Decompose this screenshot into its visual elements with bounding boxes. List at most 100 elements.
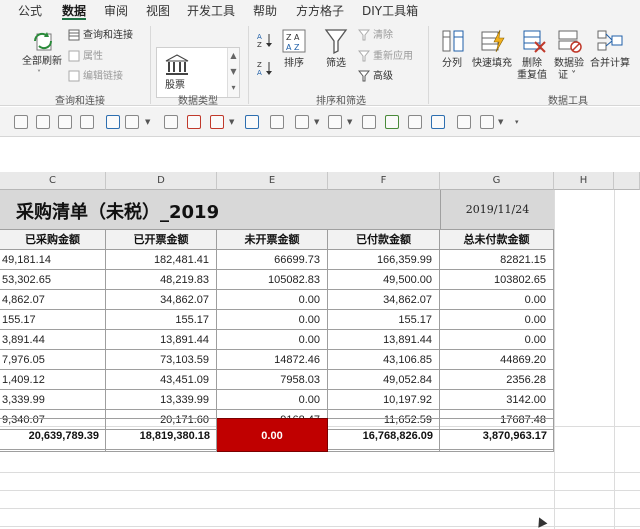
cell-invoiced[interactable]: 155.17 — [106, 310, 217, 330]
cell-uninvoiced[interactable]: 7958.03 — [217, 370, 328, 390]
toolbar-icon[interactable] — [431, 115, 445, 129]
group-label-sort-filter: 排序和筛选 — [316, 96, 366, 107]
date-cell[interactable]: 2019/11/24 — [440, 190, 554, 230]
cell-paid[interactable]: 13,891.44 — [328, 330, 440, 350]
cell-purchased[interactable]: 3,339.99 — [0, 390, 106, 410]
format-painter-icon[interactable] — [457, 115, 471, 129]
toolbar-icon[interactable] — [408, 115, 422, 129]
toolbar-icon[interactable] — [58, 115, 72, 129]
toolbar-icon[interactable] — [36, 115, 50, 129]
column-header-blank[interactable] — [614, 172, 640, 190]
cell-unpaid[interactable]: 0.00 — [440, 310, 554, 330]
cell-unpaid[interactable]: 0.00 — [440, 290, 554, 310]
toolbar-icon[interactable] — [125, 115, 139, 129]
column-header-e[interactable]: E — [217, 172, 328, 190]
crop-icon[interactable] — [362, 115, 376, 129]
total-paid[interactable]: 16,768,826.09 — [328, 418, 440, 452]
toolbar-icon[interactable] — [187, 115, 201, 129]
cell-uninvoiced[interactable]: 0.00 — [217, 330, 328, 350]
toolbar-icon[interactable] — [480, 115, 494, 129]
cell-uninvoiced[interactable]: 105082.83 — [217, 270, 328, 290]
column-header-g[interactable]: G — [440, 172, 554, 190]
cell-invoiced[interactable]: 48,219.83 — [106, 270, 217, 290]
toolbar-icon[interactable] — [210, 115, 224, 129]
cell-uninvoiced[interactable]: 0.00 — [217, 290, 328, 310]
cell-purchased[interactable]: 49,181.14 — [0, 250, 106, 270]
cell-unpaid[interactable]: 2356.28 — [440, 370, 554, 390]
header-purchased-amount[interactable]: 已采购金额 — [0, 230, 106, 250]
cell-purchased[interactable]: 4,862.07 — [0, 290, 106, 310]
cell-unpaid[interactable]: 103802.65 — [440, 270, 554, 290]
header-invoiced-amount[interactable]: 已开票金额 — [106, 230, 217, 250]
flash-fill-icon — [481, 29, 505, 53]
total-uninvoiced-highlighted[interactable]: 0.00 — [217, 418, 328, 452]
ribbon: 全部刷新 ˅ 查询和连接 属性 编辑链接 查询和连接 股票 ▲▼▾ 数据类型 — [0, 20, 640, 107]
cell-paid[interactable]: 155.17 — [328, 310, 440, 330]
cell-unpaid[interactable]: 3142.00 — [440, 390, 554, 410]
chevron-down-icon[interactable]: ▼ — [347, 118, 352, 126]
cell-paid[interactable]: 43,106.85 — [328, 350, 440, 370]
header-uninvoiced-amount[interactable]: 未开票金额 — [217, 230, 328, 250]
gallery-scroll[interactable]: ▲ ▼ ▾ — [227, 48, 239, 97]
filter-label: 筛选 — [326, 58, 346, 69]
cell-purchased[interactable]: 3,891.44 — [0, 330, 106, 350]
customize-toolbar-icon[interactable]: ▾ — [515, 118, 519, 126]
cell-paid[interactable]: 166,359.99 — [328, 250, 440, 270]
cell-unpaid[interactable]: 82821.15 — [440, 250, 554, 270]
toolbar-icon[interactable] — [14, 115, 28, 129]
chevron-down-icon[interactable]: ▼ — [145, 118, 150, 126]
column-header-h[interactable]: H — [554, 172, 614, 190]
cell-paid[interactable]: 34,862.07 — [328, 290, 440, 310]
tab-formulas[interactable]: 公式 — [18, 2, 42, 19]
column-header-d[interactable]: D — [106, 172, 217, 190]
chevron-down-icon[interactable]: ▼ — [498, 118, 503, 126]
total-purchased[interactable]: 20,639,789.39 — [0, 418, 106, 452]
header-total-unpaid[interactable]: 总未付款金额 — [440, 230, 554, 250]
title-cell[interactable]: 采购清单（未税）_2019 — [0, 190, 440, 230]
fill-color-icon[interactable] — [295, 115, 309, 129]
cell-invoiced[interactable]: 13,339.99 — [106, 390, 217, 410]
cell-purchased[interactable]: 53,302.65 — [0, 270, 106, 290]
font-color-icon[interactable] — [328, 115, 342, 129]
total-invoiced[interactable]: 18,819,380.18 — [106, 418, 217, 452]
cell-purchased[interactable]: 1,409.12 — [0, 370, 106, 390]
total-unpaid[interactable]: 3,870,963.17 — [440, 418, 554, 452]
column-header-c[interactable]: C — [0, 172, 106, 190]
datatype-gallery[interactable]: 股票 ▲ ▼ ▾ — [156, 47, 240, 98]
cell-invoiced[interactable]: 43,451.09 — [106, 370, 217, 390]
chevron-down-icon[interactable]: ▼ — [229, 118, 234, 126]
cell-paid[interactable]: 49,052.84 — [328, 370, 440, 390]
cell-purchased[interactable]: 7,976.05 — [0, 350, 106, 370]
toolbar-icon[interactable] — [270, 115, 284, 129]
header-paid-amount[interactable]: 已付款金额 — [328, 230, 440, 250]
cell-uninvoiced[interactable]: 66699.73 — [217, 250, 328, 270]
cell-invoiced[interactable]: 73,103.59 — [106, 350, 217, 370]
toolbar-icon[interactable] — [164, 115, 178, 129]
tab-review[interactable]: 审阅 — [104, 2, 128, 19]
cell-uninvoiced[interactable]: 14872.46 — [217, 350, 328, 370]
cell-unpaid[interactable]: 44869.20 — [440, 350, 554, 370]
svg-text:Z: Z — [257, 61, 262, 69]
tab-diy-toolbox[interactable]: DIY工具箱 — [362, 2, 418, 19]
toolbar-icon[interactable] — [80, 115, 94, 129]
chevron-down-icon[interactable]: ▼ — [314, 118, 319, 126]
cell-unpaid[interactable]: 0.00 — [440, 330, 554, 350]
cell-paid[interactable]: 49,500.00 — [328, 270, 440, 290]
cell-uninvoiced[interactable]: 0.00 — [217, 310, 328, 330]
cell-purchased[interactable]: 155.17 — [0, 310, 106, 330]
cell-uninvoiced[interactable]: 0.00 — [217, 390, 328, 410]
tab-view[interactable]: 视图 — [146, 2, 170, 19]
toolbar-icon[interactable] — [385, 115, 399, 129]
tab-developer[interactable]: 开发工具 — [187, 2, 235, 19]
cell-invoiced[interactable]: 34,862.07 — [106, 290, 217, 310]
tab-help[interactable]: 帮助 — [253, 2, 277, 19]
cell-paid[interactable]: 10,197.92 — [328, 390, 440, 410]
cell-invoiced[interactable]: 13,891.44 — [106, 330, 217, 350]
chevron-down-icon[interactable]: ˅ — [37, 68, 41, 80]
cell-invoiced[interactable]: 182,481.41 — [106, 250, 217, 270]
tab-fangfang[interactable]: 方方格子 — [296, 2, 344, 19]
tab-data[interactable]: 数据 — [62, 2, 86, 19]
column-header-f[interactable]: F — [328, 172, 440, 190]
cursor-select-icon[interactable] — [106, 115, 120, 129]
text-box-icon[interactable] — [245, 115, 259, 129]
